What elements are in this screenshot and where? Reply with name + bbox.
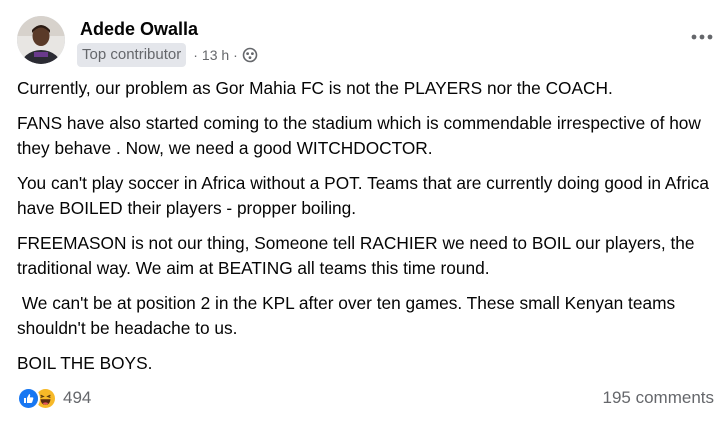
more-options-icon: [691, 34, 713, 40]
post-timestamp[interactable]: 13 h: [202, 46, 229, 64]
post-paragraph: Currently, our problem as Gor Mahia FC i…: [17, 78, 613, 98]
post-paragraph: You can't play soccer in Africa without …: [17, 173, 714, 218]
post-meta: Top contributor · 13 h ·: [77, 43, 258, 67]
post-header: Adede Owalla Top contributor · 13 h ·: [17, 14, 718, 67]
top-contributor-badge[interactable]: Top contributor: [77, 43, 187, 67]
reactions-summary[interactable]: 494: [17, 385, 91, 411]
author-avatar[interactable]: [17, 16, 65, 64]
post-paragraph: BOIL THE BOYS.: [17, 353, 153, 373]
like-icon: [17, 386, 40, 410]
comments-count-link[interactable]: 195 comments: [603, 387, 715, 409]
post-paragraph: We can't be at position 2 in the KPL aft…: [17, 293, 680, 338]
public-globe-icon[interactable]: [242, 47, 258, 63]
reaction-count: 494: [63, 388, 92, 407]
author-name[interactable]: Adede Owalla: [80, 18, 198, 40]
post-paragraph: FANS have also started coming to the sta…: [17, 113, 706, 158]
post-paragraph: FREEMASON is not our thing, Someone tell…: [17, 233, 700, 278]
avatar-photo-icon: [17, 16, 65, 64]
post-message: Currently, our problem as Gor Mahia FC i…: [17, 76, 717, 386]
meta-separator: ·: [193, 47, 198, 63]
more-options-button[interactable]: [686, 25, 718, 49]
meta-separator: ·: [233, 47, 238, 63]
feed-post: Adede Owalla Top contributor · 13 h · Cu…: [0, 0, 727, 423]
post-footer: 494 195 comments: [17, 385, 714, 411]
